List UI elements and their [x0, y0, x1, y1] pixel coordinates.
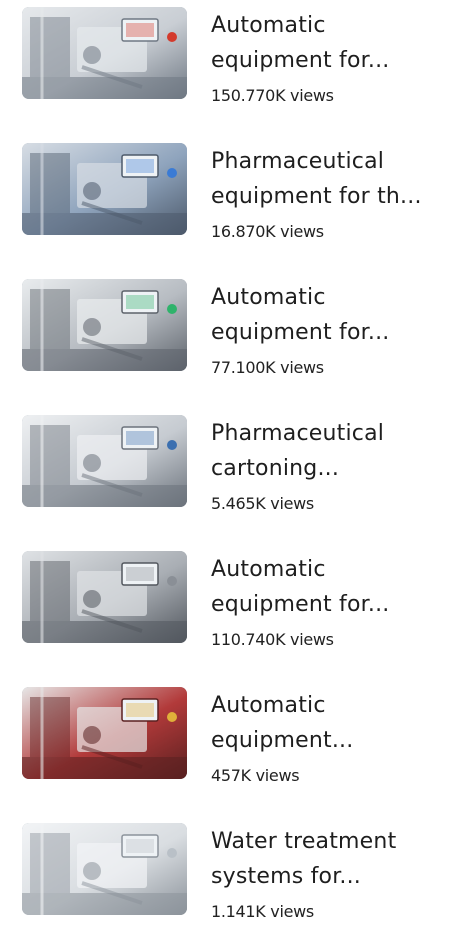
video-text: Automatic equipment for... 150.770K views [211, 8, 451, 106]
video-views: 150.770K views [211, 86, 334, 105]
video-views: 457K views [211, 766, 300, 785]
video-text: Pharmaceutical cartoning... 5.465K views [211, 416, 451, 514]
video-views: 5.465K views [211, 494, 314, 513]
video-title[interactable]: Automatic equipment for... [211, 280, 451, 350]
video-thumbnail[interactable] [22, 7, 187, 99]
video-title[interactable]: Water treatment systems for... [211, 824, 451, 894]
video-text: Automatic equipment for... 77.100K views [211, 280, 451, 378]
video-text: Automatic equipment... 457K views [211, 688, 451, 786]
video-thumbnail[interactable] [22, 823, 187, 915]
video-text: Water treatment systems for... 1.141K vie… [211, 824, 451, 922]
video-title[interactable]: Automatic equipment for... [211, 552, 451, 622]
video-title[interactable]: Pharmaceutical equipment for th... [211, 144, 451, 214]
machine-thumbnail-icon [22, 551, 187, 643]
video-list-item[interactable]: Automatic equipment for... 110.740K views [0, 544, 461, 680]
video-list-item[interactable]: Pharmaceutical equipment for th... 16.870… [0, 136, 461, 272]
video-list-item[interactable]: Pharmaceutical cartoning... 5.465K views [0, 408, 461, 544]
machine-thumbnail-icon [22, 7, 187, 99]
video-title[interactable]: Pharmaceutical cartoning... [211, 416, 451, 486]
video-list-item[interactable]: Automatic equipment for... 150.770K views [0, 0, 461, 136]
machine-thumbnail-icon [22, 143, 187, 235]
machine-thumbnail-icon [22, 279, 187, 371]
video-thumbnail[interactable] [22, 687, 187, 779]
video-title[interactable]: Automatic equipment for... [211, 8, 451, 78]
video-list-item[interactable]: Water treatment systems for... 1.141K vie… [0, 816, 461, 927]
machine-thumbnail-icon [22, 823, 187, 915]
video-views: 110.740K views [211, 630, 334, 649]
video-list-item[interactable]: Automatic equipment... 457K views [0, 680, 461, 816]
video-thumbnail[interactable] [22, 415, 187, 507]
video-views: 1.141K views [211, 902, 314, 921]
video-thumbnail[interactable] [22, 551, 187, 643]
video-list: Automatic equipment for... 150.770K views… [0, 0, 461, 927]
video-text: Pharmaceutical equipment for th... 16.870… [211, 144, 451, 242]
video-text: Automatic equipment for... 110.740K views [211, 552, 451, 650]
video-title[interactable]: Automatic equipment... [211, 688, 451, 758]
video-list-item[interactable]: Automatic equipment for... 77.100K views [0, 272, 461, 408]
video-views: 77.100K views [211, 358, 324, 377]
machine-thumbnail-icon [22, 687, 187, 779]
video-thumbnail[interactable] [22, 279, 187, 371]
machine-thumbnail-icon [22, 415, 187, 507]
video-views: 16.870K views [211, 222, 324, 241]
video-thumbnail[interactable] [22, 143, 187, 235]
